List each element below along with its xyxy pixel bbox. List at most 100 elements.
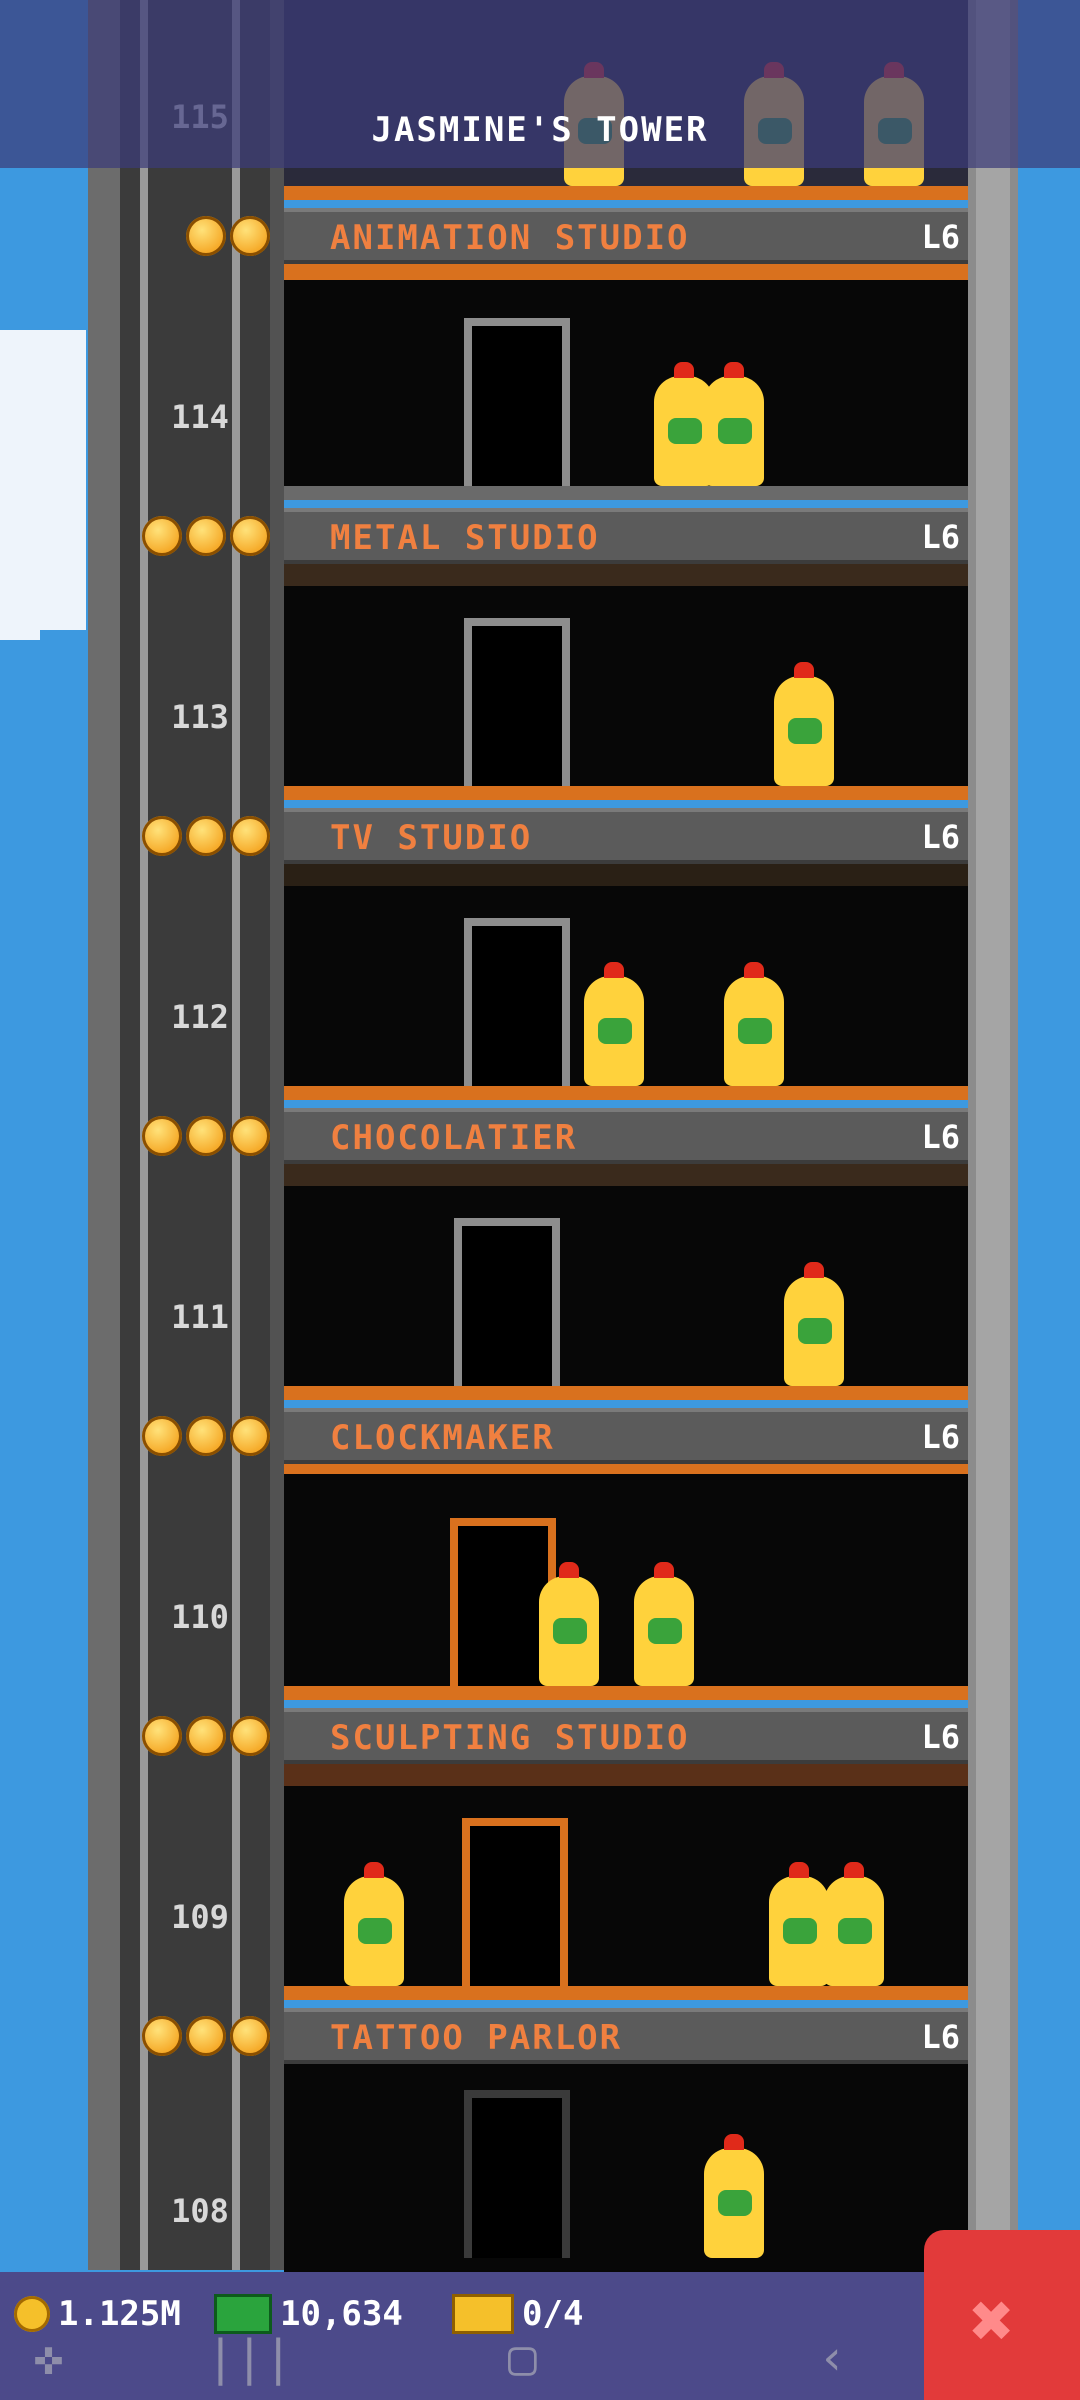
room-110[interactable] — [284, 1464, 968, 1700]
floor-name: TV STUDIO — [330, 818, 533, 858]
cloud — [0, 600, 40, 640]
tower-title[interactable]: JASMINE'S TOWER — [0, 110, 1080, 150]
star-icon — [230, 516, 270, 556]
star-icon — [186, 1416, 226, 1456]
floor-stars — [120, 1116, 270, 1156]
room-door — [462, 1818, 568, 1986]
floor-banner[interactable]: CLOCKMAKER L6 — [284, 1408, 968, 1464]
bitizen-chicken[interactable] — [774, 662, 834, 786]
tower-screen: 115 ANIMATION STUDIO L6 114 METAL STUDIO… — [0, 0, 1080, 2400]
floor-number: 110 — [171, 1598, 229, 1636]
bux-value: 10,634 — [280, 2294, 403, 2334]
bitizen-chicken[interactable] — [539, 1562, 599, 1686]
bitizen-chicken[interactable] — [824, 1862, 884, 1986]
floor-number: 108 — [171, 2192, 229, 2230]
star-icon — [230, 2016, 270, 2056]
bux-icon — [214, 2294, 272, 2334]
bitizen-chicken[interactable] — [724, 962, 784, 1086]
room-109[interactable] — [284, 1764, 968, 2000]
floor-number: 112 — [171, 998, 229, 1036]
cloud — [0, 330, 86, 630]
star-icon — [142, 1116, 182, 1156]
floor-number: 114 — [171, 398, 229, 436]
room-floor — [284, 1386, 968, 1400]
star-icon — [142, 1416, 182, 1456]
room-floor — [284, 786, 968, 800]
bitizen-chicken[interactable] — [344, 1862, 404, 1986]
tower-header: JASMINE'S TOWER — [0, 0, 1080, 168]
bitizen-chicken[interactable] — [769, 1862, 829, 1986]
floor-level: L6 — [921, 218, 960, 256]
floor-stars — [120, 816, 270, 856]
tickets-display[interactable]: 0/4 — [452, 2294, 583, 2334]
floor-stars — [120, 516, 270, 556]
room-ceiling — [284, 1464, 968, 1474]
bitizen-chicken[interactable] — [584, 962, 644, 1086]
floor-stars — [120, 1716, 270, 1756]
bitizen-chicken[interactable] — [704, 362, 764, 486]
room-floor — [284, 1986, 968, 2000]
star-icon — [186, 1716, 226, 1756]
star-icon — [142, 516, 182, 556]
floor-name: CHOCOLATIER — [330, 1118, 578, 1158]
floor-banner[interactable]: ANIMATION STUDIO L6 — [284, 208, 968, 264]
floor-banner[interactable]: TV STUDIO L6 — [284, 808, 968, 864]
star-icon — [186, 816, 226, 856]
bitizen-chicken[interactable] — [704, 2134, 764, 2258]
star-icon — [142, 816, 182, 856]
star-icon — [186, 216, 226, 256]
room-door — [464, 2090, 570, 2258]
floor-banner[interactable]: CHOCOLATIER L6 — [284, 1108, 968, 1164]
floor-banner[interactable]: TATTOO PARLOR L6 — [284, 2008, 968, 2064]
floor-stars — [120, 2016, 270, 2056]
star-icon — [186, 1116, 226, 1156]
room-ceiling — [284, 1764, 968, 1786]
tower-right-pillar — [976, 0, 1010, 2270]
bux-display[interactable]: 10,634 — [214, 2294, 403, 2334]
back-icon[interactable]: ‹ — [818, 2330, 847, 2386]
room-door — [454, 1218, 560, 1386]
room-floor — [284, 1686, 968, 1700]
floor-banner[interactable]: SCULPTING STUDIO L6 — [284, 1708, 968, 1764]
star-icon — [186, 2016, 226, 2056]
room-113[interactable] — [284, 564, 968, 800]
floor-level: L6 — [921, 518, 960, 556]
room-ceiling — [284, 864, 968, 886]
floor-stars — [120, 1416, 270, 1456]
coin-icon — [14, 2296, 50, 2332]
home-icon[interactable]: ▢ — [508, 2330, 537, 2386]
room-door — [464, 918, 570, 1086]
room-108[interactable] — [284, 2064, 968, 2272]
room-ceiling — [284, 1164, 968, 1186]
game-controller-icon[interactable]: ✜ — [34, 2330, 63, 2386]
floor-number: 113 — [171, 698, 229, 736]
recent-apps-icon[interactable]: ||| — [206, 2330, 293, 2386]
star-icon — [142, 2016, 182, 2056]
close-x-icon: ✖ — [970, 2278, 1015, 2364]
floor-number: 111 — [171, 1298, 229, 1336]
room-floor — [284, 1086, 968, 1100]
room-door — [464, 318, 570, 486]
floor-level: L6 — [921, 2018, 960, 2056]
floor-level: L6 — [921, 818, 960, 856]
room-floor — [284, 186, 968, 200]
floor-level: L6 — [921, 1718, 960, 1756]
bitizen-chicken[interactable] — [634, 1562, 694, 1686]
floor-banner[interactable]: METAL STUDIO L6 — [284, 508, 968, 564]
tickets-value: 0/4 — [522, 2294, 584, 2334]
room-114[interactable] — [284, 264, 968, 500]
currency-hud: 1.125M 10,634 0/4 — [0, 2272, 1080, 2400]
floor-stars — [120, 216, 270, 256]
room-112[interactable] — [284, 864, 968, 1100]
floor-name: TATTOO PARLOR — [330, 2018, 623, 2058]
star-icon — [230, 1416, 270, 1456]
coins-display[interactable]: 1.125M — [14, 2294, 181, 2334]
room-ceiling — [284, 264, 968, 280]
bitizen-chicken[interactable] — [784, 1262, 844, 1386]
star-icon — [230, 1716, 270, 1756]
room-floor — [284, 486, 968, 500]
floor-level: L6 — [921, 1118, 960, 1156]
star-icon — [230, 216, 270, 256]
close-button[interactable]: ✖ — [924, 2230, 1080, 2400]
room-111[interactable] — [284, 1164, 968, 1400]
